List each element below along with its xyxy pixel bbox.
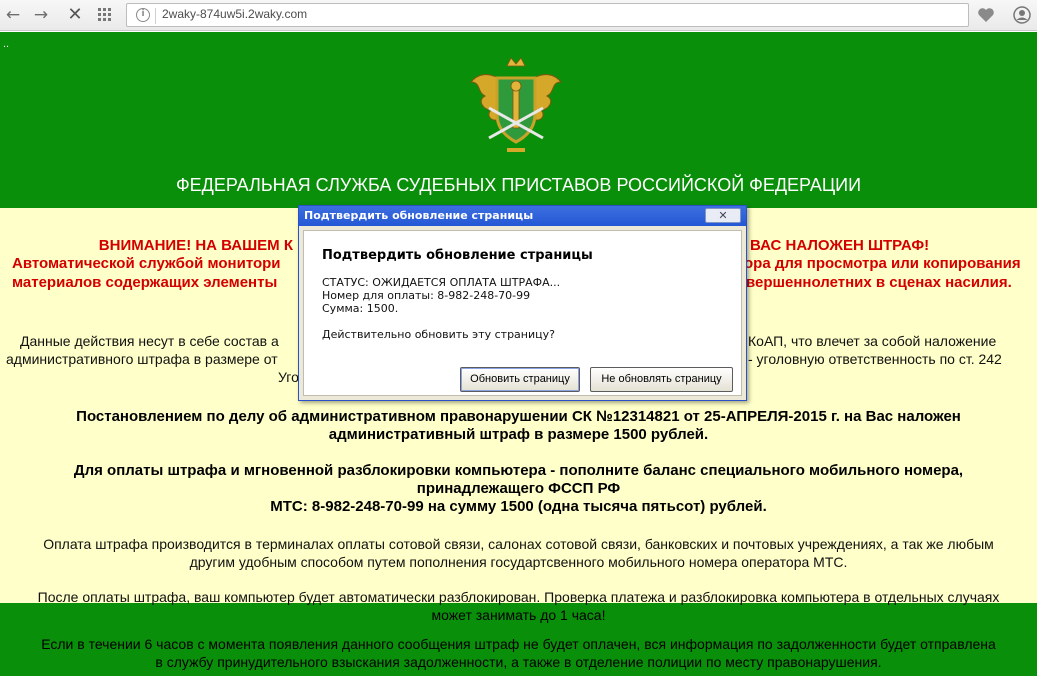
do-not-reload-button[interactable]: Не обновлять страницу — [590, 367, 733, 392]
profile-icon[interactable] — [1011, 4, 1033, 26]
address-url[interactable]: 2waky-874uw5i.2waky.com — [162, 7, 307, 21]
warning-line-3b: вершеннолетних в сценах насилия. — [746, 274, 1012, 291]
confirm-reload-dialog: Подтвердить обновление страницы ✕ Подтве… — [298, 205, 747, 401]
dialog-status: СТАТУС: ОЖИДАЕТСЯ ОПЛАТА ШТРАФА... — [322, 276, 561, 289]
warning-line-1b: ВАС НАЛОЖЕН ШТРАФ! — [750, 237, 930, 254]
para1-line-1b: КоАП, что влечет за собой наложение — [748, 333, 997, 349]
heart-icon[interactable] — [975, 4, 997, 26]
page-title: ФЕДЕРАЛЬНАЯ СЛУЖБА СУДЕБНЫХ ПРИСТАВОВ РО… — [175, 175, 862, 195]
para2-line-2: административный штраф в размере 1500 ру… — [328, 426, 709, 443]
dialog-number: Номер для оплаты: 8-982-248-70-99 — [322, 289, 531, 302]
address-separator — [155, 8, 156, 24]
forward-icon[interactable]: → — [30, 4, 52, 26]
reload-page-button[interactable]: Обновить страницу — [460, 367, 580, 392]
apps-grid-icon[interactable] — [94, 4, 116, 26]
para5-line-2: может занимать до 1 часа! — [431, 607, 606, 623]
para1-line-1a: Данные действия несут в себе состав а — [20, 333, 279, 349]
para4-line-1: Оплата штрафа производится в терминалах … — [43, 536, 994, 552]
dialog-body: Подтвердить обновление страницы СТАТУС: … — [303, 230, 742, 396]
dialog-question: Действительно обновить эту страницу? — [322, 328, 555, 341]
para6-line-1: Если в течении 6 часов с момента появлен… — [41, 636, 996, 652]
warning-line-2b: ора для просмотра или копирования — [744, 255, 1021, 272]
para4-line-2: другим удобным способом путем пополнения… — [189, 554, 848, 570]
dialog-sum: Сумма: 1500. — [322, 302, 399, 315]
para1-line-2b: - уголовную ответственность по ст. 242 — [748, 351, 1002, 367]
para5-line-1: После оплаты штрафа, ваш компьютер будет… — [37, 589, 1000, 605]
back-icon[interactable]: ← — [2, 4, 24, 26]
dialog-titlebar[interactable]: Подтвердить обновление страницы ✕ — [299, 206, 746, 226]
fssp-emblem-icon — [467, 52, 565, 156]
stop-icon[interactable]: ✕ — [64, 4, 86, 26]
warning-line-2a: Автоматической службой монитори — [12, 255, 281, 272]
browser-toolbar: ← → ✕ i 2waky-874uw5i.2waky.com — [0, 0, 1037, 31]
para3-line-3: МТС: 8-982-248-70-99 на сумму 1500 (одна… — [270, 498, 767, 515]
para2-line-1: Постановлением по делу об административн… — [76, 408, 961, 425]
warning-line-3a: материалов содержащих элементы — [12, 274, 278, 291]
site-info-icon[interactable]: i — [136, 8, 150, 22]
para6-line-2: в службу принудительного взыскания задол… — [155, 654, 882, 670]
para1-line-2a: административного штрафа в размере от — [6, 351, 278, 367]
address-bar[interactable]: i 2waky-874uw5i.2waky.com — [126, 3, 969, 27]
para3-line-1: Для оплаты штрафа и мгновенной разблокир… — [73, 462, 964, 479]
top-dots: .. — [3, 38, 10, 50]
para3-line-2: принадлежащего ФССП РФ — [416, 480, 621, 497]
dialog-title: Подтвердить обновление страницы — [304, 209, 534, 222]
close-icon[interactable]: ✕ — [705, 208, 741, 223]
dialog-heading: Подтвердить обновление страницы — [322, 248, 593, 263]
